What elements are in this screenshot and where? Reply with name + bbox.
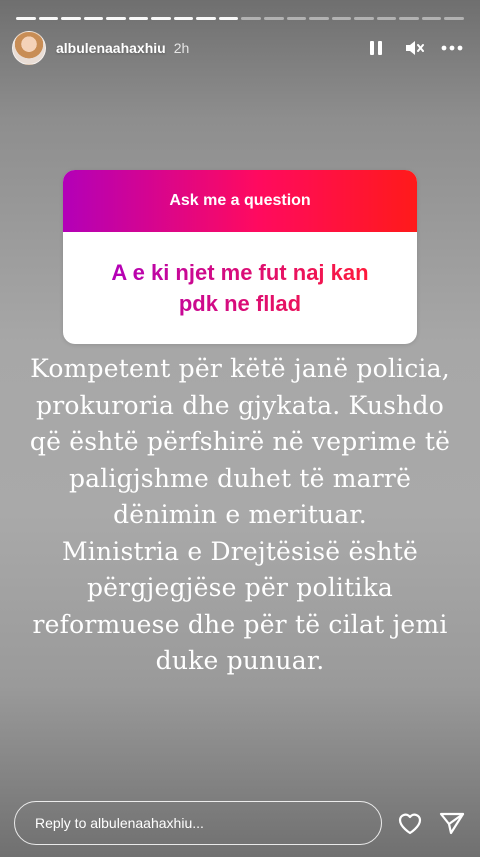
story-caption: Kompetent për këtë janë policia, prokuro…	[29, 354, 451, 675]
progress-segment	[399, 17, 419, 20]
progress-segment	[106, 17, 126, 20]
question-sticker[interactable]: Ask me a question A e ki njet me fut naj…	[63, 170, 417, 344]
progress-segment	[264, 17, 284, 20]
post-time: 2h	[173, 40, 190, 56]
progress-segment	[151, 17, 171, 20]
story-viewer[interactable]: albulenaahaxhiu 2h Ask me a question A e…	[0, 0, 480, 857]
header-actions	[364, 36, 468, 60]
question-sticker-title: Ask me a question	[63, 170, 417, 232]
story-progress-bar	[16, 17, 464, 20]
progress-segment	[421, 17, 442, 20]
send-icon[interactable]	[438, 809, 466, 837]
progress-segment	[309, 17, 329, 20]
progress-segment	[173, 17, 194, 20]
username[interactable]: albulenaahaxhiu	[56, 40, 166, 56]
progress-segment	[38, 17, 59, 20]
progress-segment	[241, 17, 262, 20]
progress-segment	[196, 17, 216, 20]
progress-segment	[331, 17, 352, 20]
progress-segment	[128, 17, 149, 20]
progress-segment	[218, 17, 239, 20]
reply-input[interactable]: Reply to albulenaahaxhiu...	[14, 801, 382, 845]
progress-segment	[444, 17, 464, 20]
progress-segment	[354, 17, 374, 20]
question-sticker-body: A e ki njet me fut naj kan pdk ne fllad	[63, 232, 417, 344]
story-header: albulenaahaxhiu 2h	[12, 31, 468, 65]
question-text: A e ki njet me fut naj kan pdk ne fllad	[111, 257, 368, 319]
progress-segment	[83, 17, 104, 20]
heart-icon[interactable]	[396, 809, 424, 837]
more-icon[interactable]	[440, 36, 464, 60]
progress-segment	[376, 17, 397, 20]
progress-segment	[61, 17, 81, 20]
volume-muted-icon[interactable]	[402, 36, 426, 60]
story-footer: Reply to albulenaahaxhiu...	[14, 801, 466, 845]
progress-segment	[16, 17, 36, 20]
progress-segment	[286, 17, 307, 20]
avatar[interactable]	[12, 31, 46, 65]
pause-icon[interactable]	[364, 36, 388, 60]
